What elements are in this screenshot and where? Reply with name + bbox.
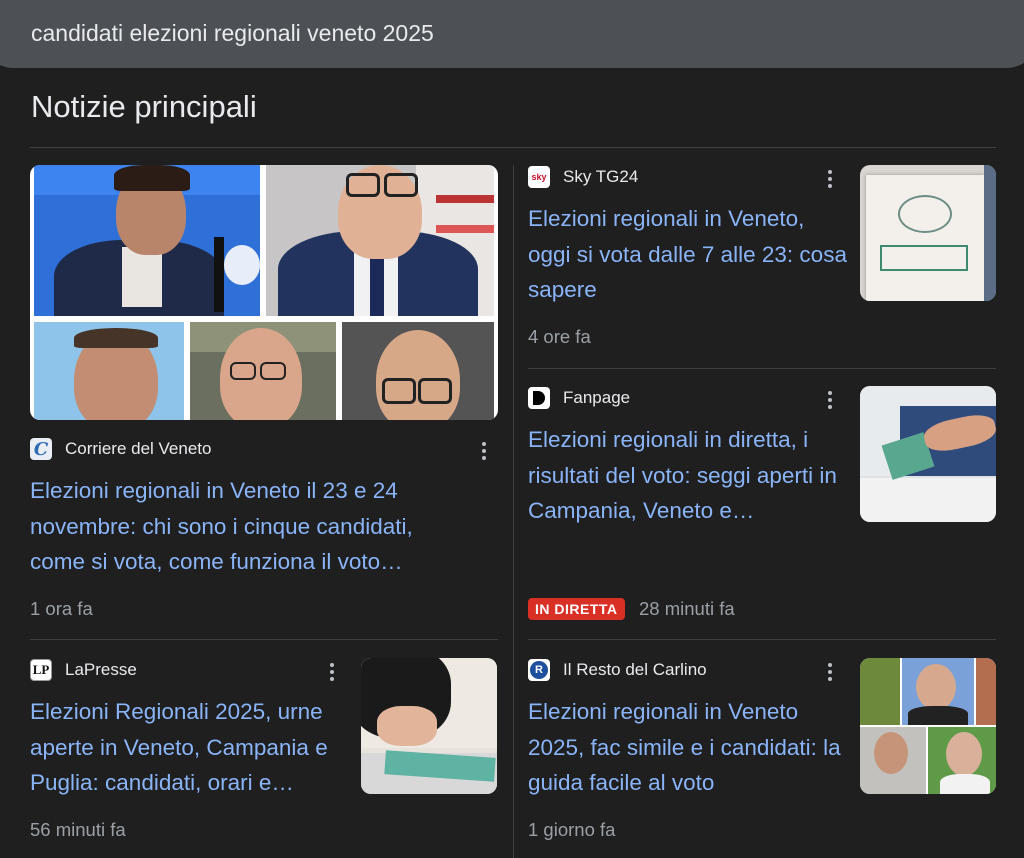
article-thumbnail-candidates-collage[interactable] [30,165,498,420]
article-headline-link[interactable]: Elezioni regionali in Veneto, oggi si vo… [528,201,848,308]
source-name: LaPresse [65,660,137,679]
article-time: 1 ora fa [30,598,93,619]
article-thumbnail-candidates-grid[interactable] [860,658,996,794]
article-divider [528,639,996,640]
article-headline-link[interactable]: Elezioni Regionali 2025, urne aperte in … [30,694,350,801]
fanpage-logo-icon [528,387,550,409]
article-headline-link[interactable]: Elezioni regionali in Veneto il 23 e 24 … [30,473,470,580]
candidate-photo [34,165,260,316]
source-name: Il Resto del Carlino [563,660,707,679]
candidate-photo [190,322,336,420]
article-divider [30,639,498,640]
corriere-logo-icon: C [30,438,52,460]
source-name: Fanpage [563,388,631,407]
article-time: 1 giorno fa [528,819,616,840]
source-name: Sky TG24 [563,167,639,186]
more-options-icon[interactable] [822,660,838,684]
article-source-corriere[interactable]: C Corriere del Veneto [30,437,211,461]
article-thumbnail-ballot[interactable] [860,165,996,301]
article-headline-link[interactable]: Elezioni regionali in diretta, i risulta… [528,422,848,529]
section-title: Notizie principali [31,89,257,124]
more-options-icon[interactable] [476,439,492,463]
lapresse-logo-icon: LP [30,659,52,681]
candidate-photo [342,322,494,420]
candidate-photo [34,322,184,420]
article-divider [528,368,996,369]
column-divider [513,165,514,858]
live-badge: IN DIRETTA [528,598,625,620]
search-bar[interactable]: candidati elezioni regionali veneto 2025 [0,0,1024,68]
source-name: Corriere del Veneto [65,439,212,458]
article-thumbnail-voting-hand[interactable] [860,386,996,522]
news-results-page: candidati elezioni regionali veneto 2025… [0,0,1024,858]
more-options-icon[interactable] [324,660,340,684]
article-source-fanpage[interactable]: Fanpage [528,386,630,410]
section-divider [30,147,996,148]
article-time: 4 ore fa [528,326,591,347]
article-source-skytg24[interactable]: sky Sky TG24 [528,165,638,189]
search-query[interactable]: candidati elezioni regionali veneto 2025 [31,20,434,46]
article-time: 28 minuti fa [639,598,735,619]
article-thumbnail-ballot-box[interactable] [361,658,497,794]
article-time: 56 minuti fa [30,819,126,840]
candidate-photo [266,165,494,316]
resto-del-carlino-logo-icon: R [528,659,550,681]
article-headline-link[interactable]: Elezioni regionali in Veneto 2025, fac s… [528,694,848,801]
more-options-icon[interactable] [822,388,838,412]
article-source-lapresse[interactable]: LP LaPresse [30,658,137,682]
skytg24-logo-icon: sky [528,166,550,188]
article-source-resto-del-carlino[interactable]: R Il Resto del Carlino [528,658,707,682]
more-options-icon[interactable] [822,167,838,191]
